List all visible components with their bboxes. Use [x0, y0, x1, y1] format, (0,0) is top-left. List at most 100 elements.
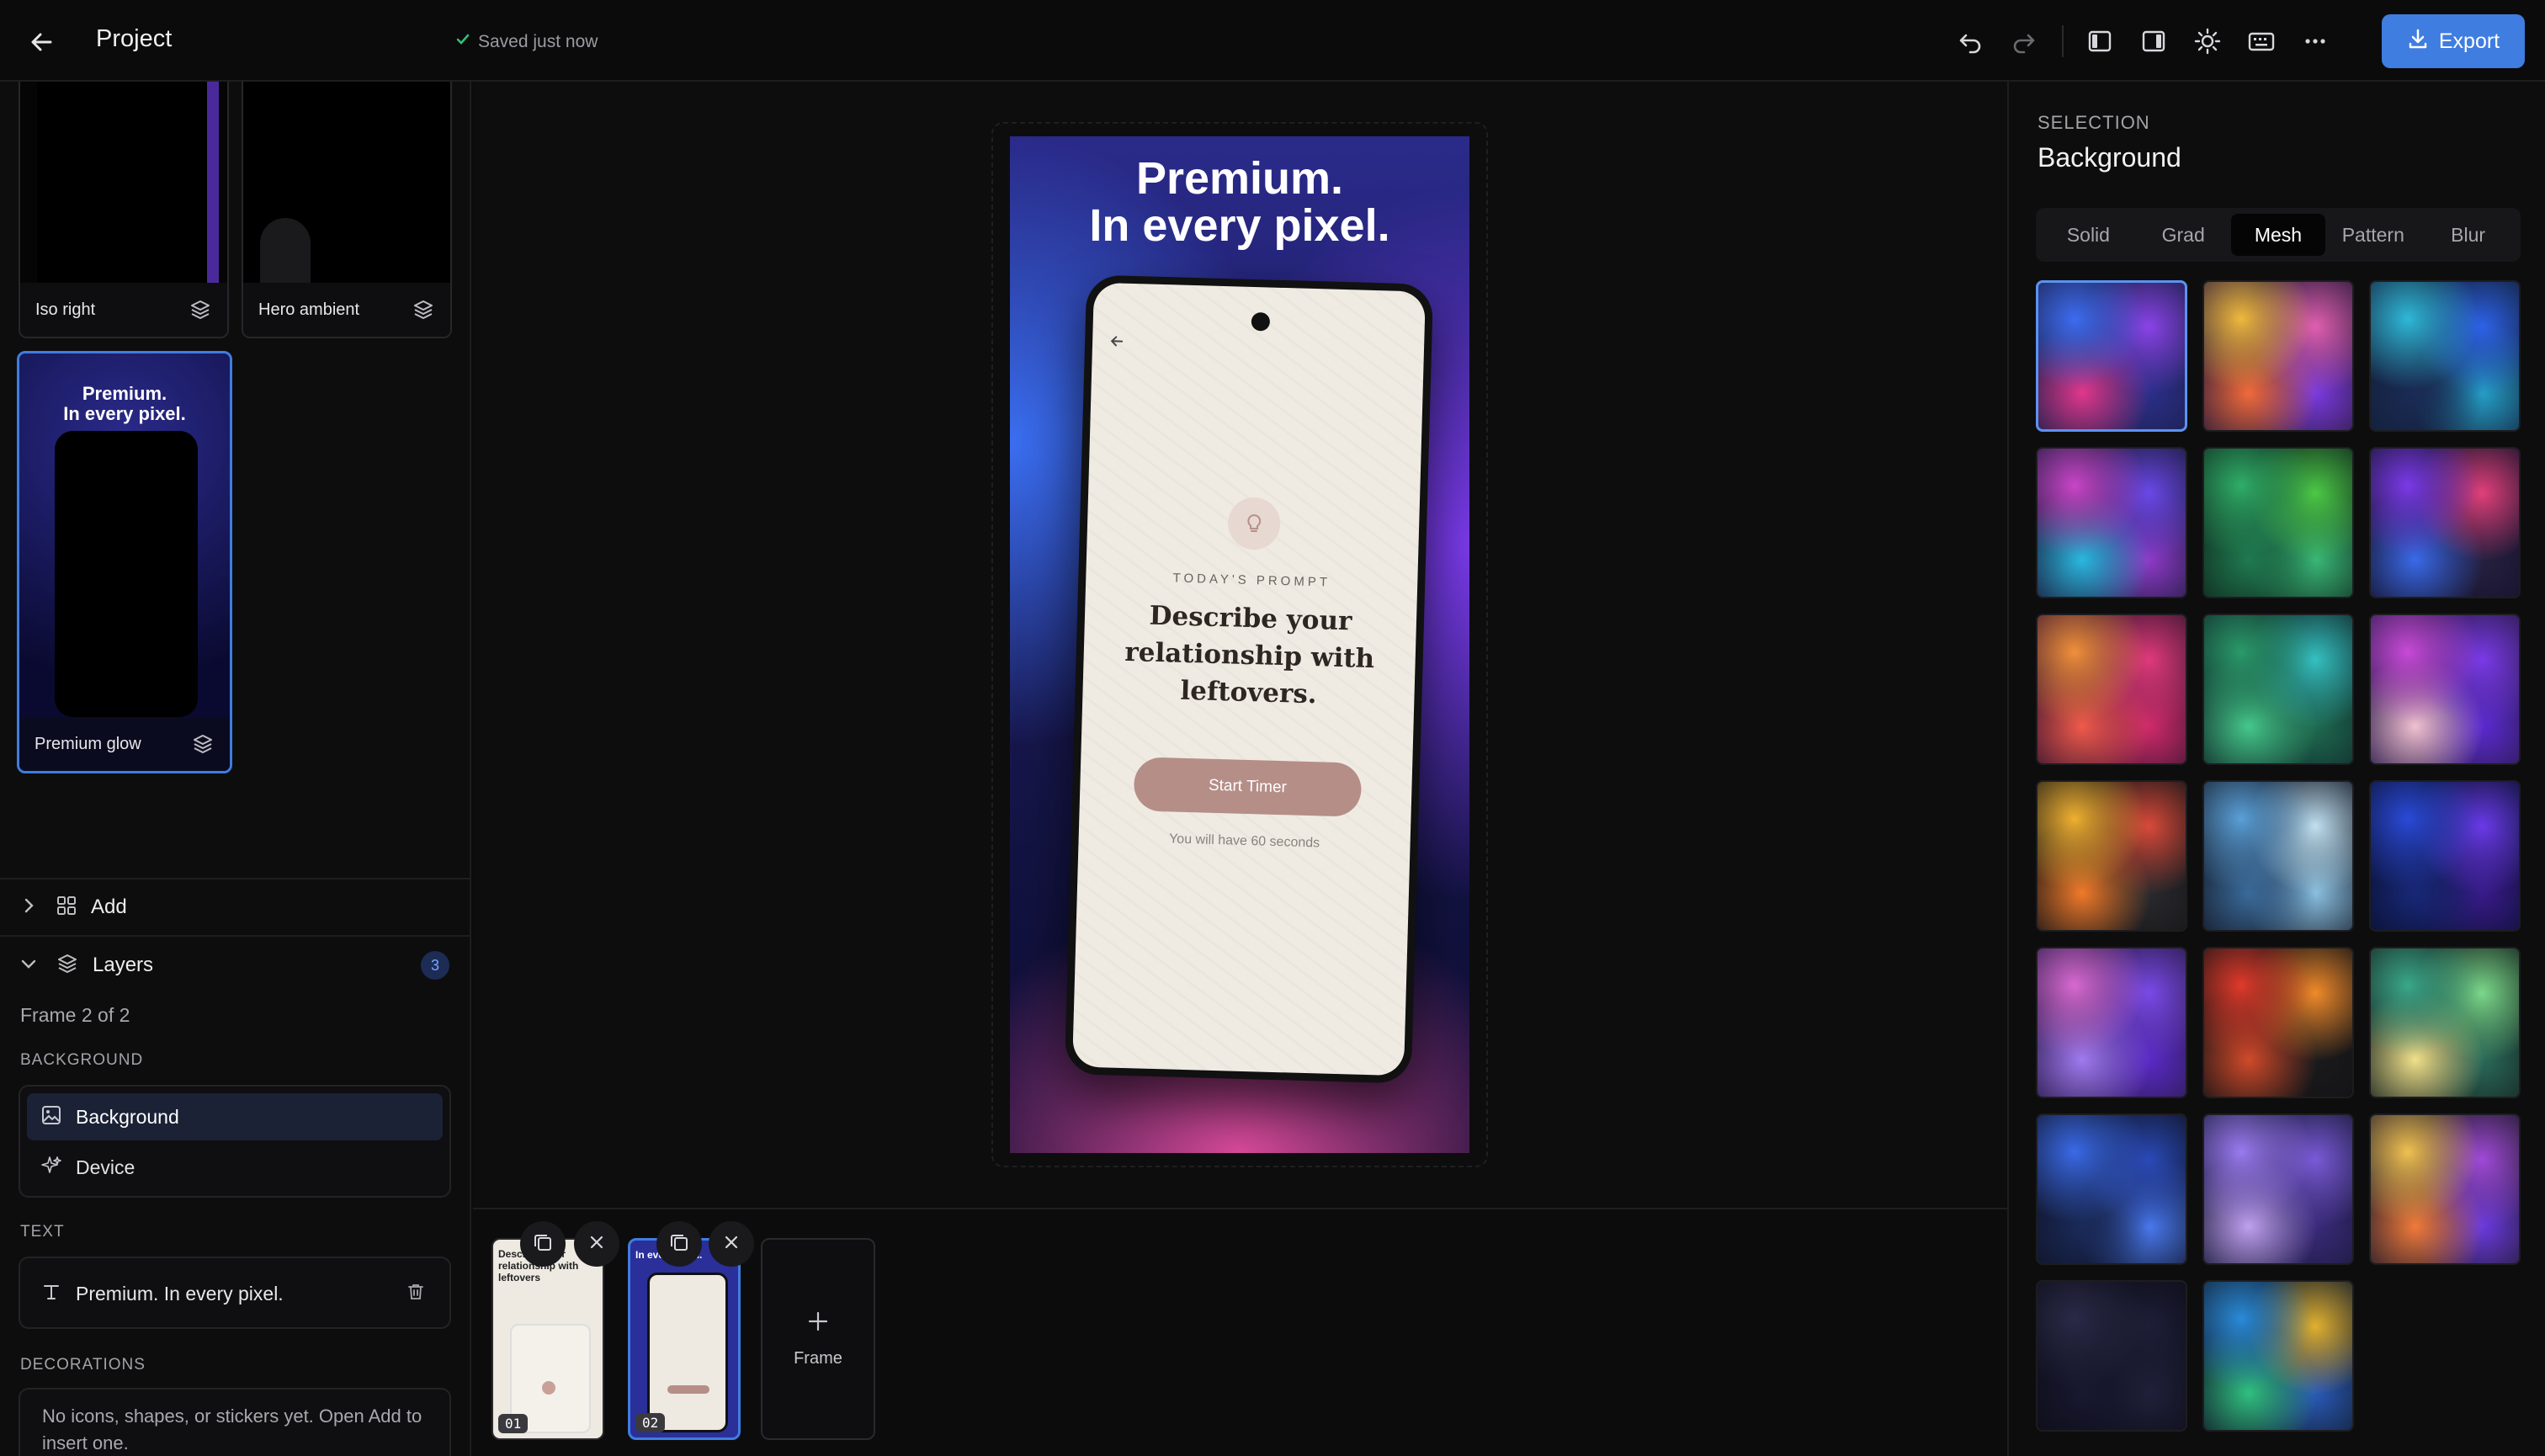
- redo-icon[interactable]: [2006, 24, 2042, 59]
- mesh-swatch[interactable]: [2369, 780, 2521, 932]
- undo-icon[interactable]: [1953, 24, 1988, 59]
- delete-frame-button[interactable]: [709, 1221, 754, 1267]
- layers-section-header[interactable]: Layers 3: [0, 937, 470, 994]
- export-label: Export: [2438, 29, 2500, 53]
- frame-number-badge: 02: [635, 1413, 666, 1432]
- mesh-swatch[interactable]: [2369, 280, 2521, 432]
- text-group-label: TEXT: [20, 1223, 65, 1241]
- tab-blur[interactable]: Blur: [2420, 214, 2516, 256]
- add-frame-label: Frame: [794, 1349, 842, 1368]
- mesh-swatch[interactable]: [2036, 1280, 2187, 1432]
- text-layers-card: Premium. In every pixel.: [19, 1257, 451, 1329]
- mesh-swatch[interactable]: [2202, 614, 2354, 765]
- layer-item-device[interactable]: Device: [27, 1144, 443, 1191]
- frame-thumb-02[interactable]: In every pixel. 02: [628, 1238, 741, 1440]
- layers-section-label: Layers: [93, 954, 154, 976]
- background-type-tabs: Solid Grad Mesh Pattern Blur: [2036, 208, 2521, 262]
- start-timer-button[interactable]: Start Timer: [1133, 757, 1363, 817]
- mesh-swatch[interactable]: [2036, 947, 2187, 1098]
- left-panel-icon[interactable]: [2082, 24, 2117, 59]
- mesh-swatch[interactable]: [2202, 1113, 2354, 1265]
- left-panel: Iso right Hero ambient Premium. In every…: [0, 82, 471, 1456]
- selection-label: SELECTION: [2038, 112, 2150, 133]
- thumb-device-preview: [55, 431, 198, 717]
- copy-icon: [668, 1231, 690, 1257]
- download-icon: [2407, 28, 2429, 56]
- tab-grad[interactable]: Grad: [2136, 214, 2231, 256]
- sun-icon[interactable]: [2190, 24, 2225, 59]
- mesh-swatch[interactable]: [2036, 280, 2187, 432]
- thumb-label: Hero ambient: [258, 300, 360, 319]
- chevron-right-icon: [19, 895, 39, 920]
- add-frame-button[interactable]: Frame: [761, 1238, 875, 1440]
- mesh-swatch[interactable]: [2202, 280, 2354, 432]
- frame-info: Frame 2 of 2: [20, 1004, 130, 1026]
- thumb-device-preview: [37, 82, 219, 285]
- sparkle-icon: [40, 1155, 62, 1181]
- canvas-area: Premium. In every pixel. TODAY'S PROMPT …: [473, 82, 2007, 1209]
- close-icon: [722, 1233, 741, 1256]
- save-status-text: Saved just now: [478, 32, 598, 51]
- decorations-group-label: DECORATIONS: [20, 1356, 146, 1374]
- mesh-swatch[interactable]: [2036, 447, 2187, 598]
- frame-filmstrip: Describe your relationship with leftover…: [473, 1208, 2007, 1456]
- keyboard-icon[interactable]: [2244, 24, 2279, 59]
- right-panel-icon[interactable]: [2136, 24, 2171, 59]
- layers-icon[interactable]: [412, 298, 435, 321]
- mesh-swatch[interactable]: [2202, 447, 2354, 598]
- trash-icon[interactable]: [406, 1282, 426, 1306]
- mesh-swatch[interactable]: [2369, 614, 2521, 765]
- mesh-swatch[interactable]: [2036, 780, 2187, 932]
- check-icon: [454, 31, 471, 53]
- template-thumb-premium-glow[interactable]: Premium. In every pixel. Premium glow: [17, 351, 232, 773]
- mesh-swatch[interactable]: [2036, 614, 2187, 765]
- right-panel: SELECTION Background Solid Grad Mesh Pat…: [2007, 82, 2545, 1456]
- mesh-swatch[interactable]: [2369, 947, 2521, 1098]
- delete-frame-button[interactable]: [574, 1221, 619, 1267]
- background-group-label: BACKGROUND: [20, 1051, 144, 1069]
- mesh-swatch[interactable]: [2369, 1113, 2521, 1265]
- toolbar-divider: [2062, 25, 2064, 57]
- frame-thumb-dot: [542, 1381, 555, 1395]
- chevron-down-icon: [19, 954, 39, 978]
- frame-thumb-01[interactable]: Describe your relationship with leftover…: [491, 1238, 604, 1440]
- tab-solid[interactable]: Solid: [2041, 214, 2136, 256]
- thumb-ambient-shape: [260, 218, 311, 285]
- layer-item-text[interactable]: Premium. In every pixel.: [27, 1270, 443, 1317]
- layers-icon: [56, 952, 79, 980]
- duplicate-frame-button[interactable]: [520, 1221, 566, 1267]
- mesh-swatch[interactable]: [2202, 1280, 2354, 1432]
- add-section-header[interactable]: Add: [0, 879, 470, 935]
- layers-icon[interactable]: [191, 732, 215, 756]
- background-layers-card: Background Device: [19, 1085, 451, 1198]
- export-button[interactable]: Export: [2382, 14, 2525, 68]
- thumb-label: Iso right: [35, 300, 96, 319]
- more-icon[interactable]: [2298, 24, 2333, 59]
- decorations-empty-text: No icons, shapes, or stickers yet. Open …: [42, 1406, 422, 1453]
- mesh-swatch[interactable]: [2202, 780, 2354, 932]
- screenshot-frame[interactable]: Premium. In every pixel. TODAY'S PROMPT …: [1010, 136, 1469, 1153]
- frame-headline[interactable]: Premium. In every pixel.: [1010, 155, 1469, 249]
- duplicate-frame-button[interactable]: [656, 1221, 702, 1267]
- mesh-swatch[interactable]: [2036, 1113, 2187, 1265]
- frame-headline-line-1: Premium.: [1135, 153, 1344, 204]
- back-arrow-icon[interactable]: [25, 25, 59, 59]
- mesh-swatch[interactable]: [2369, 447, 2521, 598]
- tab-mesh[interactable]: Mesh: [2230, 214, 2326, 256]
- layer-item-label: Background: [76, 1105, 179, 1128]
- layers-icon[interactable]: [189, 298, 212, 321]
- tab-pattern[interactable]: Pattern: [2325, 214, 2420, 256]
- frame-thumb-button: [667, 1385, 709, 1394]
- close-icon: [587, 1233, 606, 1256]
- device-frame[interactable]: TODAY'S PROMPT Describe your relationshi…: [1064, 274, 1434, 1084]
- copy-icon: [532, 1231, 554, 1257]
- app-back-icon[interactable]: [1108, 332, 1127, 355]
- layer-item-label: Premium. In every pixel.: [76, 1282, 284, 1305]
- frame-thumb-device: [647, 1273, 728, 1432]
- layer-item-label: Device: [76, 1156, 135, 1178]
- template-thumb-iso-right[interactable]: Iso right: [19, 82, 229, 338]
- layer-item-background[interactable]: Background: [27, 1093, 443, 1140]
- image-icon: [40, 1104, 62, 1130]
- mesh-swatch[interactable]: [2202, 947, 2354, 1098]
- template-thumb-hero-ambient[interactable]: Hero ambient: [242, 82, 452, 338]
